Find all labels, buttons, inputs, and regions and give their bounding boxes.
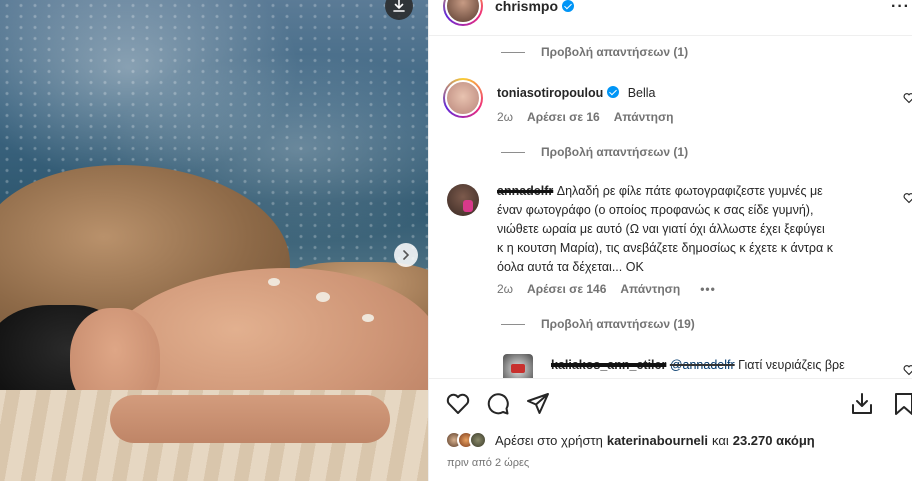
comment-heart-icon[interactable] <box>903 92 912 104</box>
comment-meta: 2ω Αρέσει σε 16 Απάντηση <box>497 110 674 124</box>
post-photo[interactable] <box>0 0 428 481</box>
comment-likes[interactable]: Αρέσει σε 16 <box>527 110 600 124</box>
comment-text: Γιατί νευριάζεις βρε <box>738 358 845 372</box>
photo-shell <box>316 292 330 302</box>
author-avatar[interactable] <box>443 0 483 26</box>
next-photo-button[interactable] <box>394 243 418 267</box>
comment-likes[interactable]: Αρέσει σε 146 <box>527 282 606 296</box>
comment-heart-icon[interactable] <box>903 364 912 376</box>
photo-shell <box>362 314 374 322</box>
comment-text: annadelfr Δηλαδή ρε φίλε πάτε φωτογραφιζ… <box>497 182 902 201</box>
post-timestamp[interactable]: πριν από 2 ώρες <box>447 457 529 469</box>
comment-text-line: έναν φωτογράφο (ο οποίος προφανώς κ σας … <box>497 203 814 217</box>
view-replies-label[interactable]: Προβολή απαντήσεων (19) <box>541 317 695 331</box>
comment-icon[interactable] <box>485 391 511 417</box>
liker-username[interactable]: katerinabourneli <box>607 433 708 448</box>
replies-divider <box>501 323 525 325</box>
comment-reply-button[interactable]: Απάντηση <box>620 282 680 296</box>
post-side-panel: chrismpo ··· Προβολή απαντήσεων (1) toni… <box>428 0 912 481</box>
chevron-right-icon <box>403 250 410 260</box>
comment-text-line: νιώθετε ωραία με αυτό (Ω ναι γιατί όχι ά… <box>497 222 825 236</box>
heart-icon[interactable] <box>445 391 471 417</box>
verified-icon <box>562 0 575 12</box>
comment-text: Bella <box>627 86 656 100</box>
post-actions-bar: Αρέσει στο χρήστη katerinabourneli και 2… <box>429 378 912 481</box>
save-to-collection-icon[interactable] <box>849 391 875 417</box>
author-username[interactable]: chrismpo <box>495 0 575 14</box>
comment-username[interactable]: kaliakos_ann_etiler <box>551 358 666 372</box>
commenter-avatar[interactable] <box>447 184 479 216</box>
comment-age: 2ω <box>497 282 514 296</box>
avatar <box>469 431 487 449</box>
comment-mention-link[interactable]: @annadelfr <box>670 358 735 372</box>
view-replies-button[interactable]: Προβολή απαντήσεων (1) <box>501 145 688 159</box>
likes-conjunction: και <box>711 432 729 448</box>
download-icon <box>393 0 405 12</box>
view-replies-label[interactable]: Προβολή απαντήσεων (1) <box>541 145 688 159</box>
comment-body: toniasotiropoulou Bella <box>497 84 655 103</box>
photo-shell <box>268 278 280 286</box>
save-icon[interactable] <box>891 391 912 417</box>
instagram-post-window: chrismpo ··· Προβολή απαντήσεων (1) toni… <box>0 0 912 481</box>
view-replies-label[interactable]: Προβολή απαντήσεων (1) <box>541 45 688 59</box>
comment-text-line: όολα αυτά τα δέχεται... ΟΚ <box>497 260 644 274</box>
likes-count[interactable]: 23.270 ακόμη <box>733 433 815 448</box>
comment-more-icon[interactable]: ••• <box>700 282 716 296</box>
comment-body: annadelfr Δηλαδή ρε φίλε πάτε φωτογραφιζ… <box>497 182 902 277</box>
comment-meta: 2ω Αρέσει σε 146 Απάντηση ••• <box>497 282 716 296</box>
view-replies-button[interactable]: Προβολή απαντήσεων (1) <box>501 45 688 59</box>
view-replies-button[interactable]: Προβολή απαντήσεων (19) <box>501 317 695 331</box>
verified-icon <box>607 86 620 98</box>
more-icon[interactable]: ··· <box>891 0 910 16</box>
comment-reply-button[interactable]: Απάντηση <box>614 110 674 124</box>
photo-arm <box>110 395 390 443</box>
likes-summary: Αρέσει στο χρήστη katerinabourneli και 2… <box>445 431 815 449</box>
share-icon[interactable] <box>525 391 551 417</box>
comment-body: kaliakos_ann_etiler @annadelfr Γιατί νευ… <box>551 356 911 375</box>
comment-text-line: κ η κουτση Μαρία), τις ανεβάζετε δημοσίω… <box>497 241 833 255</box>
comment-text-line: Δηλαδή ρε φίλε πάτε φωτογραφιζεστε γυμνέ… <box>556 184 823 198</box>
comment-username[interactable]: annadelfr <box>497 184 553 198</box>
comment-age: 2ω <box>497 110 514 124</box>
comment-heart-icon[interactable] <box>903 192 912 204</box>
comment-username[interactable]: toniasotiropoulou <box>497 86 603 100</box>
likes-prefix: Αρέσει στο χρήστη <box>495 432 603 448</box>
commenter-avatar[interactable] <box>443 78 483 118</box>
replies-divider <box>501 151 525 153</box>
liker-avatars[interactable] <box>445 431 487 449</box>
post-header: chrismpo ··· <box>429 0 912 36</box>
replies-divider <box>501 51 525 53</box>
